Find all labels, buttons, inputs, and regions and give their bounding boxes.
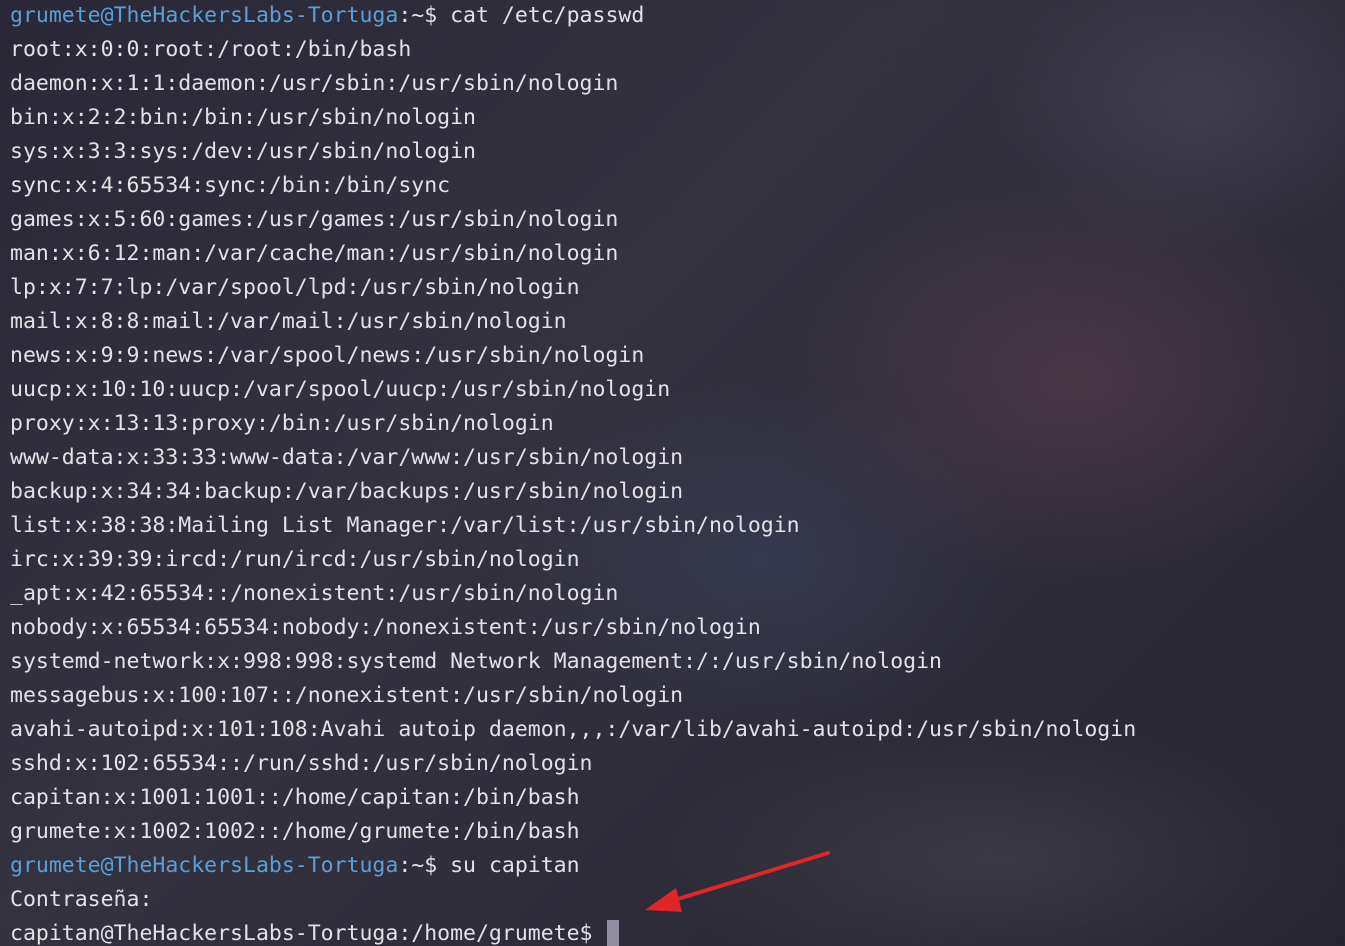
- output-line: root:x:0:0:root:/root:/bin/bash: [10, 37, 412, 62]
- output-line: mail:x:8:8:mail:/var/mail:/usr/sbin/nolo…: [10, 309, 567, 334]
- output-line: bin:x:2:2:bin:/bin:/usr/sbin/nologin: [10, 105, 476, 130]
- output-line: man:x:6:12:man:/var/cache/man:/usr/sbin/…: [10, 241, 619, 266]
- output-line: irc:x:39:39:ircd:/run/ircd:/usr/sbin/nol…: [10, 547, 580, 572]
- output-line: nobody:x:65534:65534:nobody:/nonexistent…: [10, 615, 761, 640]
- command-text: cat /etc/passwd: [450, 3, 645, 28]
- active-prompt-line[interactable]: capitan@TheHackersLabs-Tortuga:/home/gru…: [10, 918, 1345, 946]
- prompt-path: :~$: [398, 3, 451, 28]
- output-line: sshd:x:102:65534::/run/sshd:/usr/sbin/no…: [10, 751, 593, 776]
- password-prompt: Contraseña:: [10, 887, 153, 912]
- output-line: grumete:x:1002:1002::/home/grumete:/bin/…: [10, 819, 580, 844]
- output-line: systemd-network:x:998:998:systemd Networ…: [10, 649, 942, 674]
- output-line: backup:x:34:34:backup:/var/backups:/usr/…: [10, 479, 684, 504]
- prompt-user-host: grumete@TheHackersLabs-Tortuga: [10, 853, 399, 878]
- output-line: sync:x:4:65534:sync:/bin:/bin/sync: [10, 173, 451, 198]
- output-line: news:x:9:9:news:/var/spool/news:/usr/sbi…: [10, 343, 645, 368]
- root-shell-prompt: capitan@TheHackersLabs-Tortuga:/home/gru…: [10, 921, 606, 946]
- output-line: proxy:x:13:13:proxy:/bin:/usr/sbin/nolog…: [10, 411, 554, 436]
- output-line: lp:x:7:7:lp:/var/spool/lpd:/usr/sbin/nol…: [10, 275, 580, 300]
- terminal-window[interactable]: grumete@TheHackersLabs-Tortuga:~$ cat /e…: [10, 0, 1345, 946]
- output-line: daemon:x:1:1:daemon:/usr/sbin:/usr/sbin/…: [10, 71, 619, 96]
- text-cursor: [607, 920, 620, 946]
- output-line: list:x:38:38:Mailing List Manager:/var/l…: [10, 513, 800, 538]
- output-line: _apt:x:42:65534::/nonexistent:/usr/sbin/…: [10, 581, 619, 606]
- output-line: uucp:x:10:10:uucp:/var/spool/uucp:/usr/s…: [10, 377, 671, 402]
- output-line: www-data:x:33:33:www-data:/var/www:/usr/…: [10, 445, 684, 470]
- prompt-line: grumete@TheHackersLabs-Tortuga:~$ su cap…: [10, 850, 1345, 884]
- output-line: messagebus:x:100:107::/nonexistent:/usr/…: [10, 683, 684, 708]
- output-line: capitan:x:1001:1001::/home/capitan:/bin/…: [10, 785, 580, 810]
- prompt-line: grumete@TheHackersLabs-Tortuga:~$ cat /e…: [10, 0, 1345, 34]
- command-text: su capitan: [450, 853, 580, 878]
- output-line: sys:x:3:3:sys:/dev:/usr/sbin/nologin: [10, 139, 476, 164]
- prompt-path: :~$: [398, 853, 451, 878]
- output-line: avahi-autoipd:x:101:108:Avahi autoip dae…: [10, 717, 1137, 742]
- prompt-user-host: grumete@TheHackersLabs-Tortuga: [10, 3, 399, 28]
- output-line: games:x:5:60:games:/usr/games:/usr/sbin/…: [10, 207, 619, 232]
